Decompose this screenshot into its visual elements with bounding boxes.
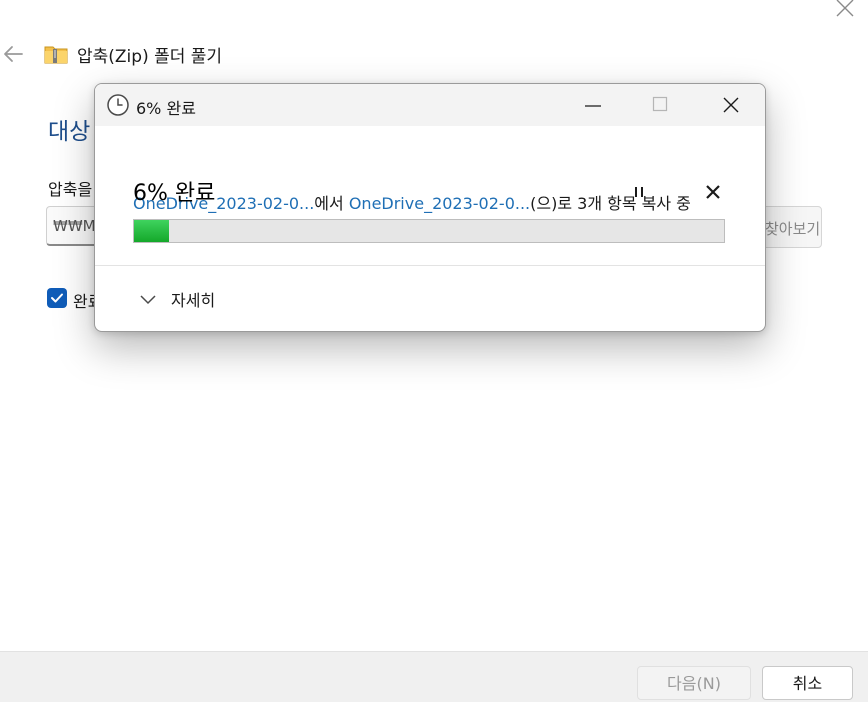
details-toggle[interactable]: 자세히: [139, 288, 215, 310]
progress-bar: [133, 219, 725, 243]
destination-folder-link[interactable]: OneDrive_2023-02-0...: [349, 194, 530, 213]
destination-label: 압축을: [48, 180, 93, 199]
cancel-button[interactable]: 취소: [762, 666, 853, 700]
copy-status-line: OneDrive_2023-02-0...에서 OneDrive_2023-02…: [133, 190, 691, 214]
pause-icon[interactable]: [627, 181, 651, 203]
dialog-titlebar[interactable]: 6% 완료: [95, 84, 765, 126]
to-text: (으)로 3개 항목 복사 중: [530, 194, 691, 213]
percent-complete: 6% 완료: [133, 181, 216, 206]
chevron-down-icon: [140, 295, 156, 305]
show-files-checkbox[interactable]: [47, 288, 67, 308]
zip-folder-icon: [44, 44, 68, 64]
clock-icon: [106, 93, 130, 117]
close-icon[interactable]: [702, 181, 724, 203]
next-button[interactable]: 다음(N): [637, 666, 751, 700]
arrow-left-icon[interactable]: [2, 44, 24, 64]
dialog-divider: [95, 265, 765, 266]
progress-bar-fill: [134, 220, 170, 242]
wizard-title-row: 압축(Zip) 폴더 풀기: [44, 41, 222, 67]
copy-progress-dialog: 6% 완료 OneDrive_2023-02-0...에서 OneDrive_2…: [94, 83, 766, 332]
maximize-icon[interactable]: [652, 96, 668, 112]
close-icon[interactable]: [833, 0, 857, 18]
details-label: 자세히: [171, 291, 216, 310]
close-icon[interactable]: [721, 95, 741, 115]
dialog-title: 6% 완료: [136, 99, 196, 118]
wizard-title: 압축(Zip) 폴더 풀기: [77, 46, 223, 67]
from-text: 에서: [314, 194, 349, 213]
wizard-heading: 대상: [48, 119, 91, 145]
minimize-icon[interactable]: [583, 98, 603, 112]
